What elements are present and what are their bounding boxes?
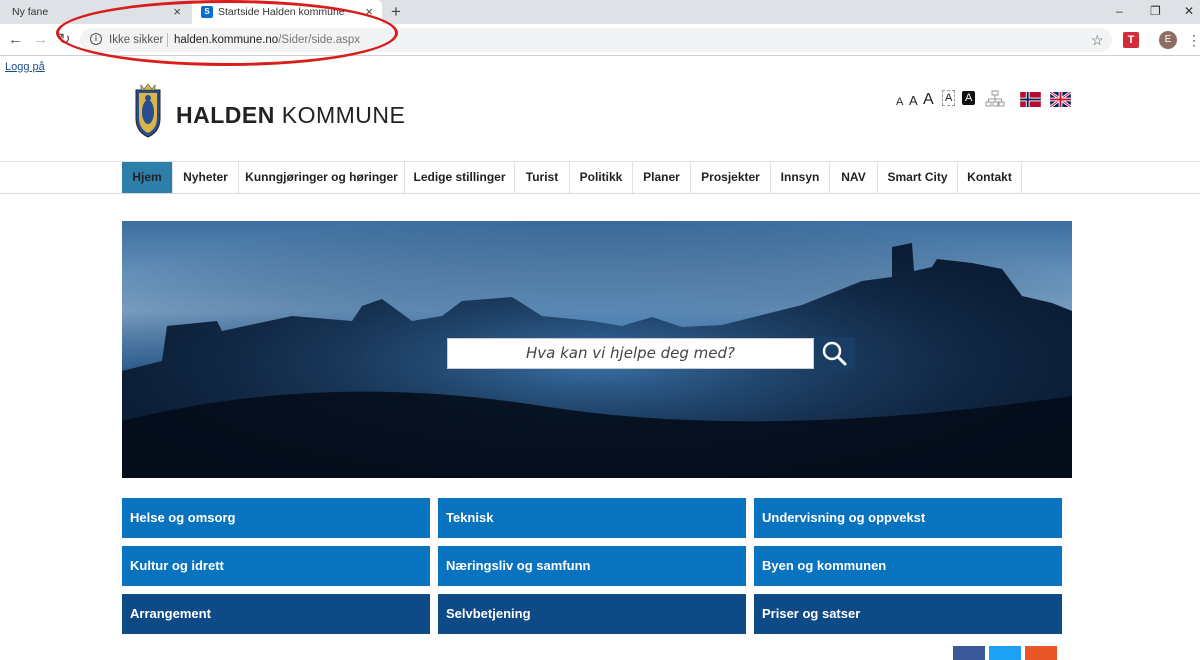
url-host: halden.kommune.no <box>174 34 279 46</box>
profile-avatar[interactable]: E <box>1159 31 1177 49</box>
norwegian-flag-icon[interactable] <box>1019 92 1042 107</box>
security-label[interactable]: Ikke sikker <box>109 28 163 52</box>
forward-arrow-icon[interactable]: → <box>33 24 48 56</box>
tab-new-tab[interactable]: Ny fane × <box>0 0 190 24</box>
new-tab-button[interactable]: + <box>391 0 401 24</box>
nav-politikk[interactable]: Politikk <box>570 162 633 193</box>
nav-ledige-stillinger[interactable]: Ledige stillinger <box>405 162 515 193</box>
nav-smart-city[interactable]: Smart City <box>878 162 958 193</box>
facebook-icon[interactable] <box>953 646 985 660</box>
menu-kebab-icon[interactable]: ⋮ <box>1187 24 1200 56</box>
nav-planer[interactable]: Planer <box>633 162 691 193</box>
nav-kunngjoringer[interactable]: Kunngjøringer og høringer <box>239 162 405 193</box>
text-size-small[interactable]: A <box>896 92 903 112</box>
minimize-button[interactable]: – <box>1116 0 1123 22</box>
tab-halden[interactable]: S Startside Halden kommune × <box>192 0 382 24</box>
twitter-icon[interactable] <box>989 646 1021 660</box>
tile-naeringsliv[interactable]: Næringsliv og samfunn <box>438 546 746 586</box>
search-button[interactable] <box>814 337 855 370</box>
sitemap-icon[interactable] <box>985 90 1005 108</box>
text-size-large[interactable]: A <box>923 90 934 110</box>
info-icon[interactable]: i <box>90 33 102 45</box>
nav-hjem[interactable]: Hjem <box>122 162 173 193</box>
contrast-normal[interactable]: A <box>942 90 956 106</box>
tile-undervisning[interactable]: Undervisning og oppvekst <box>754 498 1062 538</box>
close-icon[interactable]: × <box>173 0 181 24</box>
tile-selvbetjening[interactable]: Selvbetjening <box>438 594 746 634</box>
logo-bold: HALDEN <box>176 102 275 128</box>
tile-priser-og-satser[interactable]: Priser og satser <box>754 594 1062 634</box>
nav-nav[interactable]: NAV <box>830 162 878 193</box>
login-link[interactable]: Logg på <box>5 61 45 73</box>
browser-toolbar: ← → ↻ i Ikke sikker halden.kommune.no/Si… <box>0 24 1200 56</box>
site-logo[interactable]: HALDEN KOMMUNE <box>176 102 405 129</box>
coat-of-arms-icon <box>135 84 161 138</box>
nav-nyheter[interactable]: Nyheter <box>173 162 239 193</box>
contrast-high[interactable]: A <box>962 91 976 105</box>
english-flag-icon[interactable] <box>1049 92 1072 107</box>
restore-button[interactable]: ❐ <box>1150 0 1161 22</box>
nav-kontakt[interactable]: Kontakt <box>958 162 1022 193</box>
tile-teknisk[interactable]: Teknisk <box>438 498 746 538</box>
address-bar[interactable]: i Ikke sikker halden.kommune.no/Sider/si… <box>80 28 1112 52</box>
tile-byen-og-kommunen[interactable]: Byen og kommunen <box>754 546 1062 586</box>
search-icon <box>822 341 847 366</box>
share-icon[interactable] <box>1025 646 1057 660</box>
tab-strip: Ny fane × S Startside Halden kommune × +… <box>0 0 1200 24</box>
nav-prosjekter[interactable]: Prosjekter <box>691 162 771 193</box>
main-navigation: Hjem Nyheter Kunngjøringer og høringer L… <box>0 161 1200 194</box>
divider <box>167 33 168 47</box>
url-text[interactable]: halden.kommune.no/Sider/side.aspx <box>174 28 360 52</box>
bookmark-star-icon[interactable]: ☆ <box>1091 28 1104 52</box>
tile-helse-og-omsorg[interactable]: Helse og omsorg <box>122 498 430 538</box>
tab-title: Startside Halden kommune <box>218 6 345 18</box>
url-path: /Sider/side.aspx <box>278 34 361 46</box>
close-icon[interactable]: × <box>365 0 373 24</box>
nav-innsyn[interactable]: Innsyn <box>771 162 830 193</box>
search-input[interactable]: Hva kan vi hjelpe deg med? <box>447 338 814 369</box>
reload-icon[interactable]: ↻ <box>58 24 71 56</box>
sharepoint-icon: S <box>201 6 213 18</box>
text-size-medium[interactable]: A <box>909 91 918 111</box>
tile-kultur-og-idrett[interactable]: Kultur og idrett <box>122 546 430 586</box>
nav-turist[interactable]: Turist <box>515 162 570 193</box>
extension-icon[interactable]: T <box>1123 32 1139 48</box>
logo-light: KOMMUNE <box>274 102 406 128</box>
tab-title: Ny fane <box>12 6 49 18</box>
close-window-button[interactable]: ✕ <box>1184 0 1194 22</box>
tile-arrangement[interactable]: Arrangement <box>122 594 430 634</box>
back-arrow-icon[interactable]: ← <box>8 24 23 56</box>
